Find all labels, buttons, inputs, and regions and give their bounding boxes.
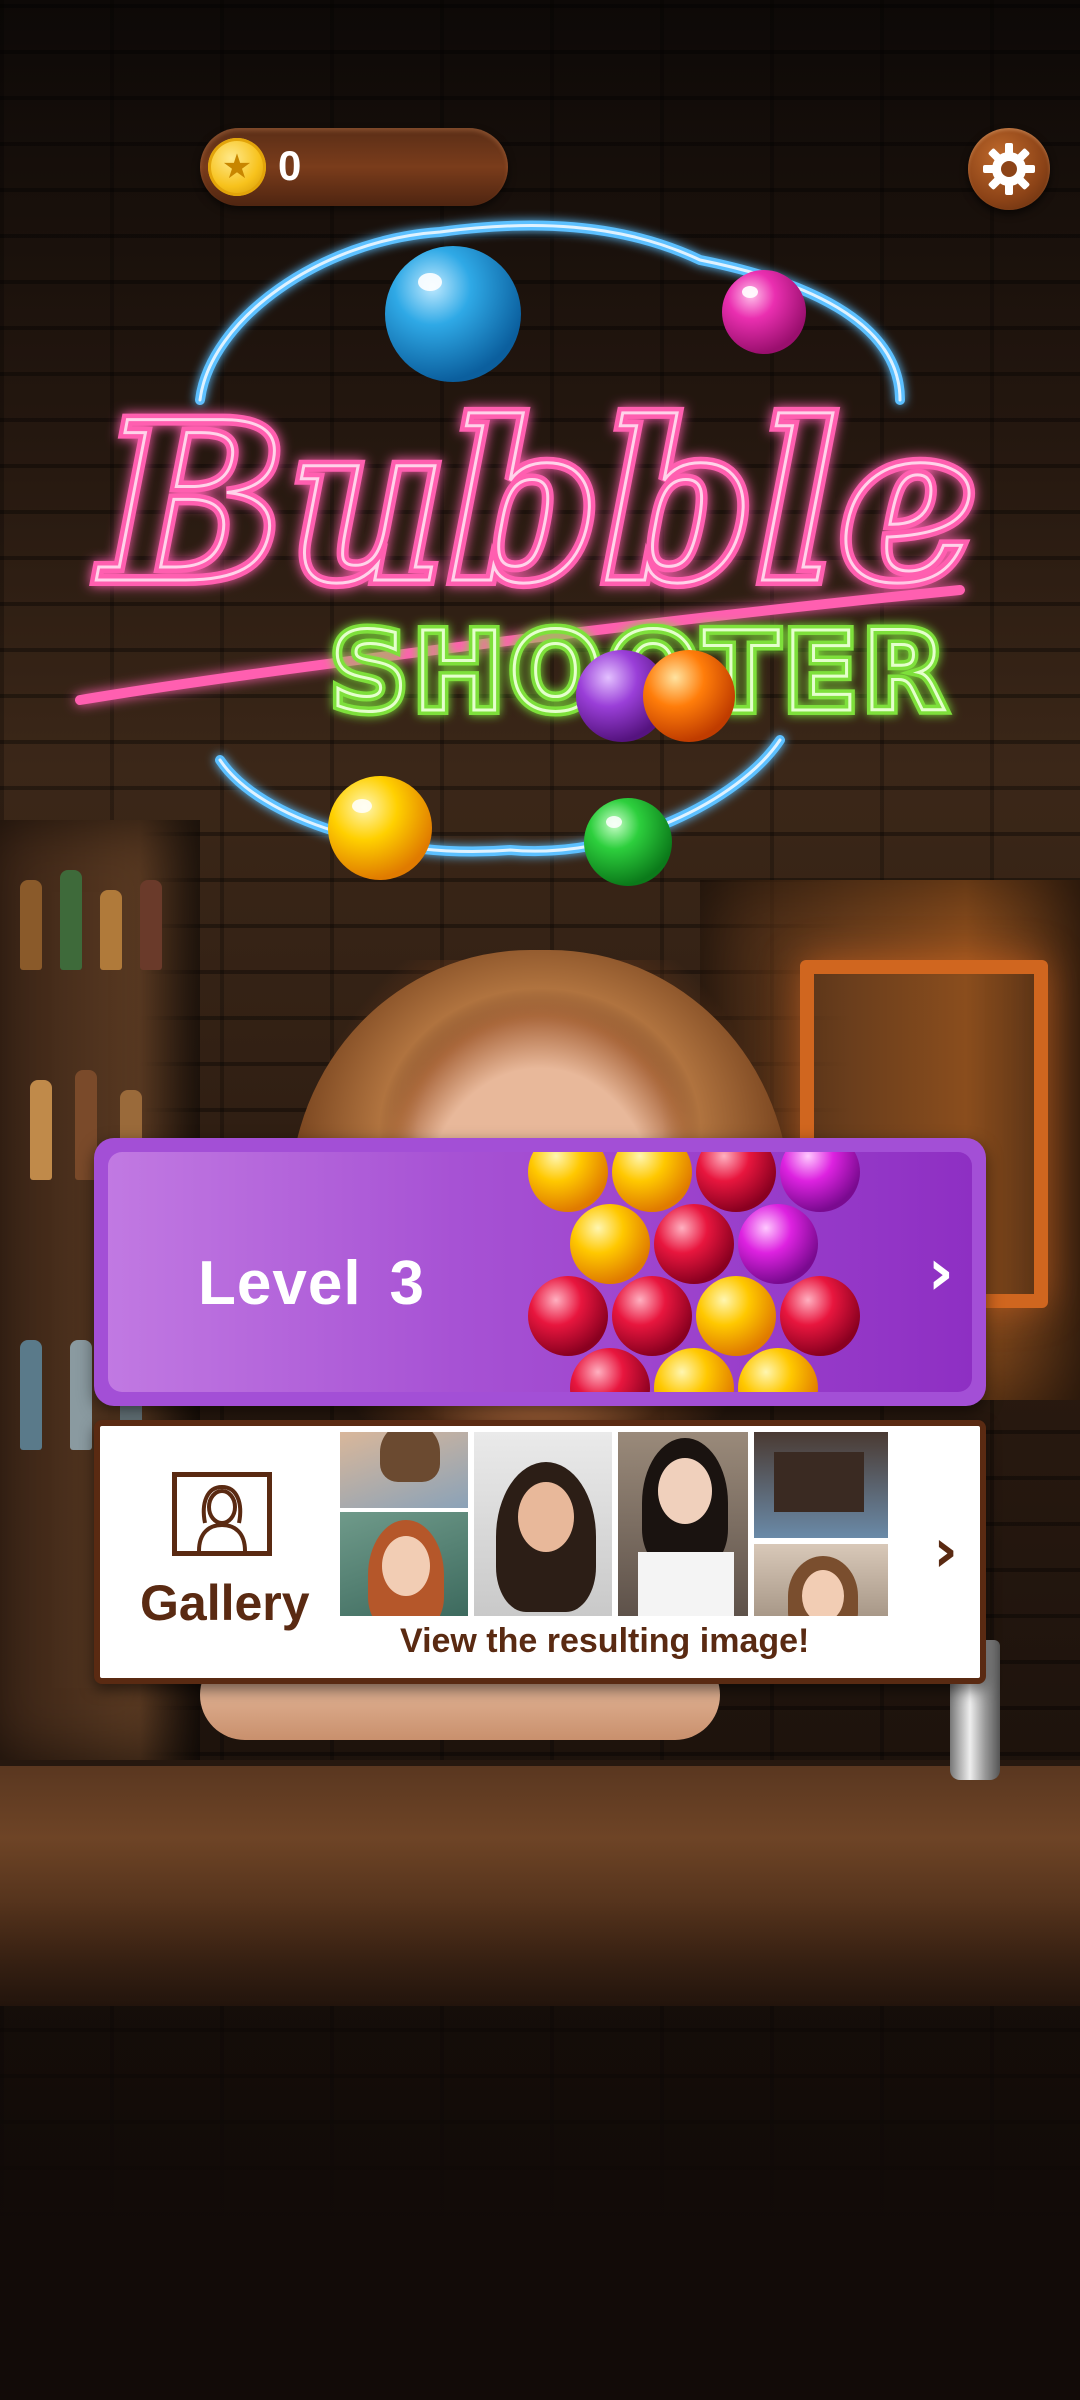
coin-count: 0 xyxy=(278,142,302,189)
star-coin-icon: ★ xyxy=(208,138,266,196)
svg-text:Bubble: Bubble xyxy=(95,373,978,632)
level-number: 3 xyxy=(389,1249,426,1318)
gallery-thumbnail xyxy=(752,1542,890,1618)
gallery-thumbnail xyxy=(616,1430,750,1618)
gallery-thumbnails xyxy=(338,1430,890,1618)
coin-counter: ★ 0 xyxy=(200,128,508,206)
level-label: Level 3 xyxy=(198,1249,426,1318)
level-play-button[interactable]: Level 3 › xyxy=(94,1138,986,1406)
gallery-thumbnail xyxy=(338,1510,470,1618)
chevron-right-icon: › xyxy=(933,1516,958,1586)
chevron-right-icon: › xyxy=(927,1236,954,1310)
gallery-label: Gallery xyxy=(140,1575,310,1631)
gallery-thumbnail xyxy=(472,1430,614,1618)
bubble-shooter-logo: Bubble Bubble SHOOTER SHOOTER xyxy=(75,220,985,886)
gallery-button[interactable]: Gallery View the resulting image! › xyxy=(94,1420,986,1684)
gear-icon xyxy=(983,143,1035,195)
settings-button[interactable] xyxy=(968,128,1050,210)
level-bubbles-preview xyxy=(528,1152,860,1392)
gallery-thumbnail xyxy=(752,1430,890,1540)
portrait-icon xyxy=(172,1472,272,1556)
gallery-caption: View the resulting image! xyxy=(400,1622,810,1660)
gallery-thumbnail xyxy=(338,1430,470,1510)
